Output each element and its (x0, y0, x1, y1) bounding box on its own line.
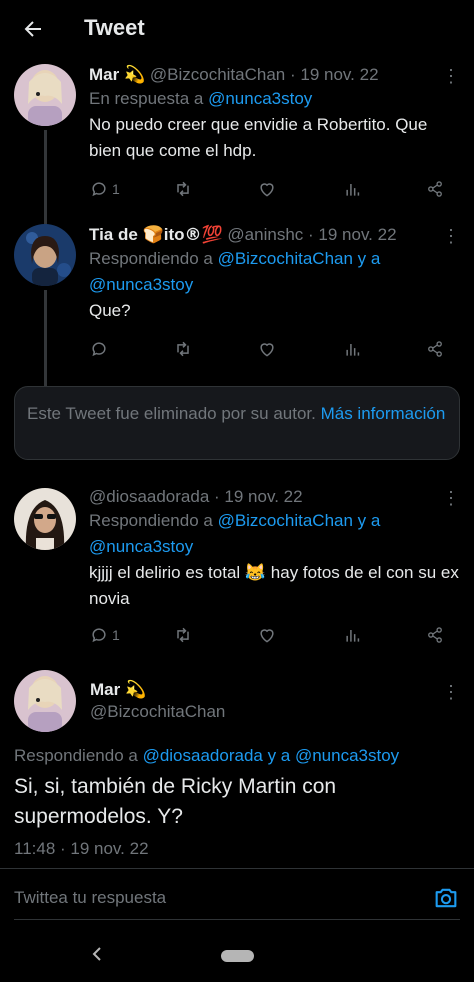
tweet-item[interactable]: Mar 💫 @BizcochitaChan · 19 nov. 22 En re… (0, 62, 474, 226)
views-button[interactable] (343, 336, 363, 362)
like-button[interactable] (257, 336, 277, 362)
retweet-icon (177, 181, 189, 197)
tweet-text: Que? (89, 301, 131, 320)
tweet-timestamp: 11:48 · 19 nov. 22 (14, 839, 149, 858)
deleted-notice-text: Este Tweet fue eliminado por su autor. (27, 404, 316, 423)
more-options-icon[interactable]: ⋮ (442, 682, 460, 702)
tweet-header: Mar 💫 @BizcochitaChan · 19 nov. 22 (89, 64, 460, 86)
more-options-icon[interactable]: ⋮ (442, 226, 460, 246)
tweet-item[interactable]: @diosaadorada · 19 nov. 22 Respondiendo … (0, 484, 474, 654)
handle[interactable]: @BizcochitaChan (150, 65, 285, 84)
reply-icon (92, 182, 106, 197)
display-name[interactable]: Mar 💫 (90, 680, 146, 700)
tweet-date: · 19 nov. 22 (308, 225, 397, 244)
tweet-header: @diosaadorada · 19 nov. 22 (89, 486, 460, 508)
reply-context: Respondiendo a @BizcochitaChan y a @nunc… (89, 511, 381, 556)
handle[interactable]: @diosaadorada (89, 487, 209, 506)
retweet-button[interactable] (173, 176, 193, 202)
share-icon (428, 181, 442, 197)
reply-input-underline (14, 919, 460, 920)
tweet-date: · 19 nov. 22 (290, 65, 379, 84)
tweet-text: Si, si, también de Ricky Martin con supe… (14, 775, 337, 828)
registered-emoji-icon: ® (184, 225, 202, 245)
camera-icon[interactable] (432, 884, 460, 912)
tweet-text: kjjjj el delirio es total 😹 hay fotos de… (89, 563, 459, 608)
retweet-icon (177, 341, 189, 357)
back-arrow-icon[interactable] (18, 14, 48, 44)
retweet-icon (177, 627, 189, 643)
deleted-tweet-notice: Este Tweet fue eliminado por su autor. M… (14, 386, 460, 460)
bread-emoji-icon: 🍞 (142, 225, 164, 245)
more-options-icon[interactable]: ⋮ (442, 66, 460, 86)
thread-line (44, 130, 47, 226)
share-icon (428, 627, 442, 643)
display-name[interactable]: Tia de 🍞ito®💯 (89, 225, 223, 245)
more-options-icon[interactable]: ⋮ (442, 488, 460, 508)
reply-bar: Twittea tu respuesta (0, 870, 474, 928)
reply-to-link[interactable]: @diosaadorada y a @nunca3stoy (143, 746, 400, 765)
reply-button[interactable]: 1 (89, 622, 120, 648)
reply-context: Respondiendo a @diosaadorada y a @nunca3… (14, 746, 400, 765)
reply-input[interactable]: Twittea tu respuesta (14, 888, 166, 908)
divider (0, 868, 474, 869)
dizzy-emoji-icon: 💫 (124, 680, 147, 700)
analytics-icon (346, 344, 360, 356)
analytics-icon (346, 630, 360, 642)
share-button[interactable] (425, 622, 445, 648)
views-button[interactable] (343, 176, 363, 202)
reply-count: 1 (112, 181, 120, 197)
analytics-icon (346, 184, 360, 196)
retweet-button[interactable] (173, 622, 193, 648)
avatar[interactable] (14, 488, 76, 550)
hundred-emoji-icon: 💯 (201, 225, 223, 245)
tweet-date: · 19 nov. 22 (214, 487, 303, 506)
retweet-button[interactable] (173, 336, 193, 362)
reply-icon (92, 342, 106, 357)
share-button[interactable] (425, 336, 445, 362)
reply-context: Respondiendo a @BizcochitaChan y a @nunc… (89, 249, 381, 294)
reply-to-link[interactable]: @nunca3stoy (208, 89, 312, 108)
like-button[interactable] (257, 622, 277, 648)
handle[interactable]: @BizcochitaChan (90, 702, 225, 722)
tweet-actions: 1 (89, 176, 454, 202)
nav-back-icon[interactable] (88, 944, 108, 964)
reply-button[interactable] (89, 336, 109, 362)
reply-context: En respuesta a @nunca3stoy (89, 89, 313, 108)
avatar[interactable] (14, 670, 76, 732)
share-button[interactable] (425, 176, 445, 202)
tweet-actions (89, 336, 454, 362)
heart-icon (260, 629, 274, 643)
system-nav-bar (0, 928, 474, 982)
heart-icon (260, 343, 274, 357)
tweet-header: Tia de 🍞ito®💯 @aninshc · 19 nov. 22 (89, 224, 460, 246)
heart-icon (260, 183, 274, 197)
avatar[interactable] (14, 64, 76, 126)
handle[interactable]: @aninshc (227, 225, 303, 244)
display-name[interactable]: Mar (89, 65, 119, 84)
tweet-actions: 1 (89, 622, 454, 648)
tweet-text: No puedo creer que envidie a Robertito. … (89, 115, 428, 160)
reply-count: 1 (112, 627, 120, 643)
nav-home-pill[interactable] (221, 950, 254, 962)
reply-button[interactable]: 1 (89, 176, 120, 202)
share-icon (428, 341, 442, 357)
top-bar: Tweet (0, 0, 474, 58)
avatar[interactable] (14, 224, 76, 286)
dizzy-emoji-icon: 💫 (123, 65, 146, 85)
page-title: Tweet (84, 15, 145, 40)
more-info-link[interactable]: Más información (321, 404, 446, 423)
thread-line (44, 290, 47, 388)
reply-icon (92, 628, 106, 643)
views-button[interactable] (343, 622, 363, 648)
like-button[interactable] (257, 176, 277, 202)
tweet-item[interactable]: Tia de 🍞ito®💯 @aninshc · 19 nov. 22 Resp… (0, 222, 474, 388)
